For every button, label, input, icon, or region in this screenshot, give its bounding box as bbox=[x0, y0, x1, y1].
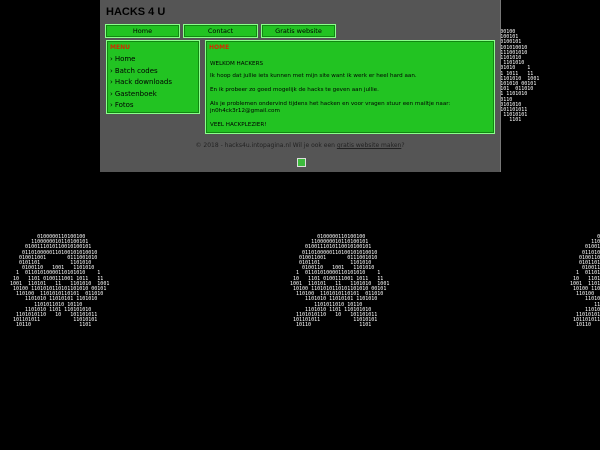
menu-item-label: Batch codes bbox=[114, 66, 158, 75]
menu-item-batch-codes[interactable]: › Batch codes bbox=[107, 66, 199, 78]
menu-heading: MENU bbox=[110, 44, 130, 51]
gratis-website-link[interactable]: gratis website maken bbox=[337, 142, 401, 149]
nav-home-button[interactable]: Home bbox=[105, 24, 180, 38]
content-panel: HOME WELKOM HACKERS Ik hoop dat jullie i… bbox=[205, 40, 495, 134]
site-window: HACKS 4 U Home Contact Gratis website ME… bbox=[100, 0, 501, 172]
arrow-right-icon: › bbox=[110, 55, 113, 63]
closing-text: VEEL HACKPLEZIER! bbox=[210, 122, 267, 128]
arrow-right-icon: › bbox=[110, 89, 113, 98]
skull-binary-text: 0100000110100100 1100000010110100101 010… bbox=[570, 234, 600, 329]
menu-item-label: Hack downloads bbox=[114, 78, 172, 86]
intro-text-2: En ik probeer zo goed mogelijk de hacks … bbox=[210, 87, 379, 93]
footer-suffix: ? bbox=[401, 142, 405, 149]
arrow-right-icon: › bbox=[110, 78, 113, 86]
menu-item-label: Home bbox=[114, 55, 136, 63]
menu-item-label: Gastenboek bbox=[114, 89, 157, 98]
skull-art: 0100000110100100 1100000010110100101 010… bbox=[570, 234, 600, 445]
email-address: jn0h4ck3r12@gmail.com bbox=[210, 108, 280, 114]
nav-contact-button[interactable]: Contact bbox=[183, 24, 258, 38]
arrow-right-icon: › bbox=[110, 66, 113, 75]
intro-text: Ik hoop dat jullie iets kunnen met mijn … bbox=[210, 73, 417, 79]
skull-binary-text: 0100000110100100 1100000010110100101 010… bbox=[10, 234, 110, 329]
footer: © 2018 - hacks4u.intopagina.nl Wil je oo… bbox=[100, 142, 500, 149]
side-menu: MENU › Home › Batch codes › Hack downloads … bbox=[106, 40, 200, 114]
site-badge-icon[interactable] bbox=[297, 158, 306, 167]
skull-art: 0100000110100100 1100000010110100101 010… bbox=[290, 234, 550, 445]
arrow-right-icon: › bbox=[110, 101, 113, 109]
menu-item-gastenboek[interactable]: › Gastenboek bbox=[107, 89, 199, 101]
contact-text: Als je problemen ondervind tijdens het h… bbox=[210, 101, 451, 107]
menu-item-fotos[interactable]: › Fotos bbox=[107, 100, 199, 112]
top-navigation: Home Contact Gratis website bbox=[105, 24, 336, 38]
footer-text: © 2018 - hacks4u.intopagina.nl Wil je oo… bbox=[195, 142, 337, 149]
skull-art: 0100000110100100 1100000010110100101 010… bbox=[10, 234, 270, 445]
menu-item-home[interactable]: › Home bbox=[107, 54, 199, 66]
nav-gratis-website-button[interactable]: Gratis website bbox=[261, 24, 336, 38]
skull-binary-text: 0100000110100100 1100000010110100101 010… bbox=[290, 234, 390, 329]
menu-item-hack-downloads[interactable]: › Hack downloads bbox=[107, 77, 199, 89]
content-heading: HOME bbox=[209, 44, 230, 51]
site-title: HACKS 4 U bbox=[106, 6, 166, 18]
welcome-text: WELKOM HACKERS bbox=[210, 61, 264, 67]
menu-item-label: Fotos bbox=[114, 101, 134, 109]
